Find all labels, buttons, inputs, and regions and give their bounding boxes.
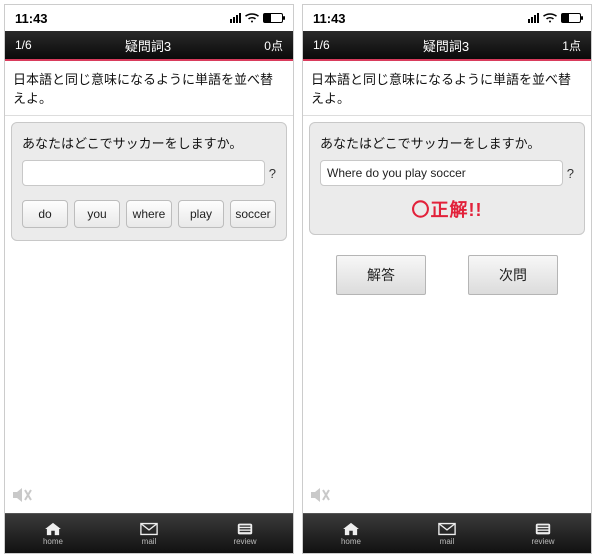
mute-icon[interactable] [11, 485, 33, 511]
list-icon [236, 522, 254, 536]
choice-row: do you where play soccer [22, 200, 276, 228]
status-right [230, 13, 283, 23]
answer-field[interactable] [22, 160, 265, 186]
status-right [528, 13, 581, 23]
header-title: 疑問詞3 [423, 36, 469, 55]
answer-row: Where do you play soccer ? [320, 160, 574, 186]
signal-icon [230, 13, 241, 23]
tab-review[interactable]: review [495, 514, 591, 553]
next-button[interactable]: 次問 [468, 255, 558, 295]
word-chip[interactable]: play [178, 200, 224, 228]
mail-icon [140, 522, 158, 536]
tab-bar: home mail review [5, 513, 293, 553]
tab-label: home [341, 537, 361, 546]
word-chip[interactable]: do [22, 200, 68, 228]
phone-left: 11:43 1/6 疑問詞3 0点 日本語と同じ意味になるように単語を並べ替えよ… [4, 4, 294, 554]
result-text: 〇正解!! [320, 196, 574, 222]
mail-icon [438, 522, 456, 536]
question-mark: ? [269, 166, 276, 181]
tab-mail[interactable]: mail [399, 514, 495, 553]
header-title: 疑問詞3 [125, 36, 171, 55]
question-card: あなたはどこでサッカーをしますか。 Where do you play socc… [309, 122, 585, 235]
app-header: 1/6 疑問詞3 0点 [5, 31, 293, 61]
status-time: 11:43 [15, 11, 48, 26]
word-chip[interactable]: you [74, 200, 120, 228]
tab-review[interactable]: review [197, 514, 293, 553]
tab-mail[interactable]: mail [101, 514, 197, 553]
battery-icon [263, 13, 283, 23]
mute-icon[interactable] [309, 485, 331, 511]
answer-field[interactable]: Where do you play soccer [320, 160, 563, 186]
instruction-text: 日本語と同じ意味になるように単語を並べ替えよ。 [303, 61, 591, 116]
answer-button[interactable]: 解答 [336, 255, 426, 295]
app-header: 1/6 疑問詞3 1点 [303, 31, 591, 61]
score-counter: 0点 [264, 37, 283, 54]
wifi-icon [245, 13, 259, 23]
word-chip[interactable]: where [126, 200, 172, 228]
question-card: あなたはどこでサッカーをしますか。 ? do you where play so… [11, 122, 287, 241]
prompt-text: あなたはどこでサッカーをしますか。 [22, 133, 276, 152]
battery-icon [561, 13, 581, 23]
word-chip[interactable]: soccer [230, 200, 276, 228]
progress-counter: 1/6 [313, 38, 330, 52]
wifi-icon [543, 13, 557, 23]
action-row: 解答 次問 [303, 255, 591, 295]
score-counter: 1点 [562, 37, 581, 54]
answer-row: ? [22, 160, 276, 186]
tab-label: review [531, 537, 554, 546]
tab-label: mail [142, 537, 157, 546]
progress-counter: 1/6 [15, 38, 32, 52]
signal-icon [528, 13, 539, 23]
list-icon [534, 522, 552, 536]
prompt-text: あなたはどこでサッカーをしますか。 [320, 133, 574, 152]
question-mark: ? [567, 166, 574, 181]
tab-home[interactable]: home [303, 514, 399, 553]
status-bar: 11:43 [303, 5, 591, 31]
home-icon [44, 522, 62, 536]
status-time: 11:43 [313, 11, 346, 26]
instruction-text: 日本語と同じ意味になるように単語を並べ替えよ。 [5, 61, 293, 116]
status-bar: 11:43 [5, 5, 293, 31]
tab-home[interactable]: home [5, 514, 101, 553]
tab-label: mail [440, 537, 455, 546]
home-icon [342, 522, 360, 536]
tab-label: review [233, 537, 256, 546]
tab-label: home [43, 537, 63, 546]
tab-bar: home mail review [303, 513, 591, 553]
phone-right: 11:43 1/6 疑問詞3 1点 日本語と同じ意味になるように単語を並べ替えよ… [302, 4, 592, 554]
